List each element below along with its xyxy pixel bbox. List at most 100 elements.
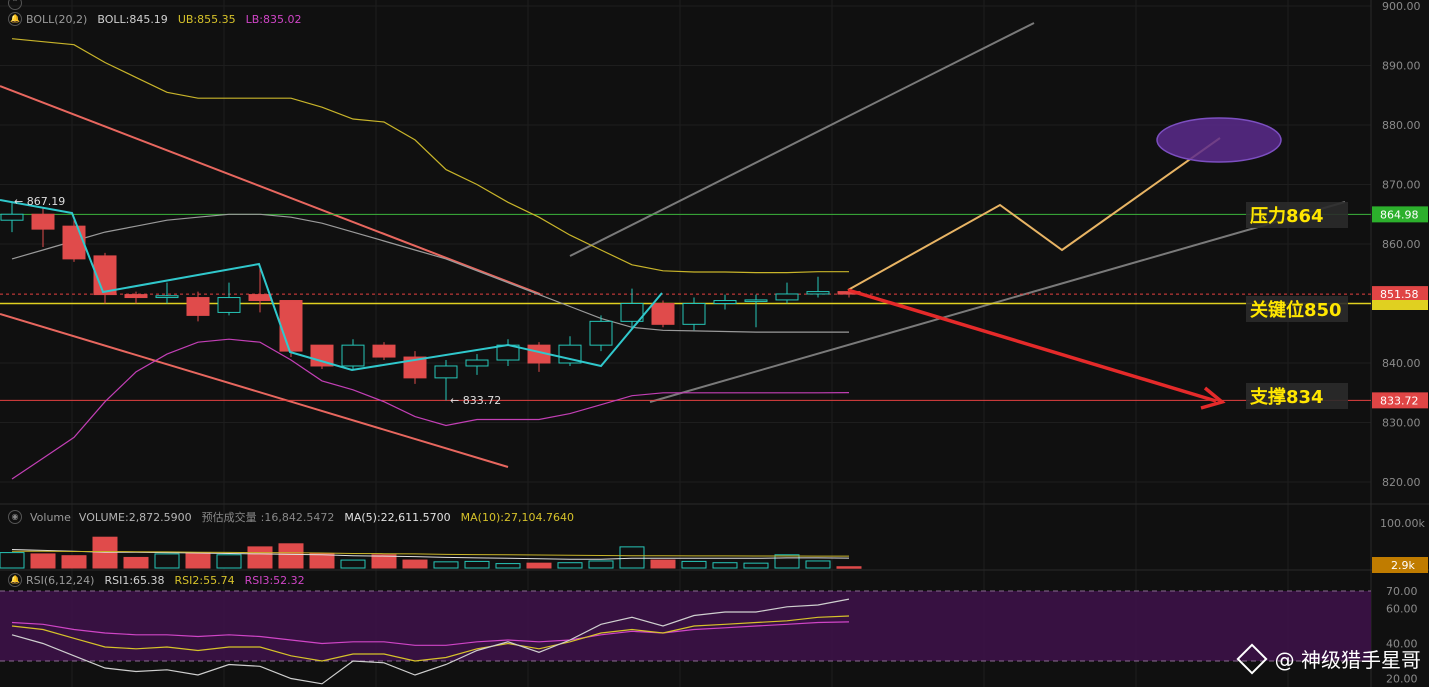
candle[interactable] bbox=[31, 208, 55, 247]
diamond-logo-icon bbox=[1236, 642, 1268, 675]
volume-bar[interactable] bbox=[712, 562, 738, 569]
key-level-label: 关键位850 bbox=[1250, 299, 1342, 321]
volume-bar[interactable] bbox=[681, 560, 707, 569]
volume-pane[interactable] bbox=[0, 536, 862, 569]
candle-body bbox=[682, 303, 706, 325]
candle[interactable] bbox=[403, 351, 427, 384]
rsi-tick-label: 70.00 bbox=[1386, 585, 1418, 598]
volume-bar[interactable] bbox=[557, 562, 583, 569]
est-volume-label: 预估成交量 bbox=[201, 511, 257, 524]
volume-bar[interactable] bbox=[123, 556, 149, 569]
candle-body bbox=[806, 291, 830, 295]
candles-layer[interactable] bbox=[0, 201, 861, 401]
candle[interactable] bbox=[527, 342, 551, 372]
chevron-up-icon[interactable]: ⌃ bbox=[8, 0, 22, 10]
rsi3-value: RSI3:52.32 bbox=[244, 573, 305, 587]
volume-bar[interactable] bbox=[495, 563, 521, 569]
candle-body bbox=[279, 300, 303, 352]
rsi-band bbox=[0, 591, 1371, 661]
target-ellipse bbox=[1156, 117, 1282, 163]
candle[interactable] bbox=[775, 282, 799, 304]
resistance-label: 压力864 bbox=[1250, 206, 1324, 227]
boll-lb-value: LB:835.02 bbox=[245, 12, 302, 26]
low-price-label: ← 833.72 bbox=[450, 394, 501, 407]
candle[interactable] bbox=[124, 291, 148, 304]
volume-ma10-line bbox=[12, 550, 849, 557]
price-tick-label: 870.00 bbox=[1382, 179, 1421, 192]
volume-bar[interactable] bbox=[154, 553, 180, 569]
rsi-tick-label: 60.00 bbox=[1386, 603, 1418, 616]
volume-bar[interactable] bbox=[185, 552, 211, 569]
volume-legend: ◉ Volume VOLUME:2,872.5900 预估成交量:16,842.… bbox=[8, 509, 574, 525]
volume-bar[interactable] bbox=[805, 560, 831, 569]
volume-bar[interactable] bbox=[247, 546, 273, 569]
candle-body bbox=[217, 297, 241, 313]
volume-bar[interactable] bbox=[402, 559, 428, 569]
candle[interactable] bbox=[372, 342, 396, 361]
volume-bar[interactable] bbox=[0, 552, 25, 569]
candle[interactable] bbox=[806, 276, 830, 298]
volume-bar[interactable] bbox=[61, 555, 87, 569]
price-tick-label: 830.00 bbox=[1382, 417, 1421, 430]
candle[interactable] bbox=[310, 344, 334, 369]
volume-bar[interactable] bbox=[836, 566, 862, 569]
price-tag-label: 851.58 bbox=[1380, 288, 1419, 301]
candle[interactable] bbox=[62, 220, 86, 262]
candle-body bbox=[62, 225, 86, 260]
volume-bar[interactable] bbox=[526, 562, 552, 569]
price-tag-label: 833.72 bbox=[1380, 394, 1419, 407]
volume-bar[interactable] bbox=[588, 560, 614, 569]
rsi-pane[interactable] bbox=[0, 590, 1371, 685]
candle[interactable] bbox=[217, 282, 241, 316]
rsi-name: RSI(6,12,24) bbox=[26, 573, 95, 587]
key-level-tag bbox=[1372, 300, 1428, 310]
volume-bar[interactable] bbox=[309, 552, 335, 569]
volume-bar[interactable] bbox=[433, 561, 459, 569]
volume-bar[interactable] bbox=[340, 559, 366, 569]
candle[interactable] bbox=[465, 354, 489, 375]
candle[interactable] bbox=[279, 300, 303, 358]
candle[interactable] bbox=[651, 300, 675, 328]
price-axis[interactable]: 900.00 890.00 880.00 870.00 860.00 840.00 830.… bbox=[1372, 0, 1428, 686]
boll-mid-value: BOLL:845.19 bbox=[97, 12, 168, 26]
price-tick-label: 900.00 bbox=[1382, 0, 1421, 13]
downtrend-upper-line bbox=[0, 85, 541, 295]
price-tick-label: 860.00 bbox=[1382, 238, 1421, 251]
candle[interactable] bbox=[744, 294, 768, 328]
boll-name: BOLL(20,2) bbox=[26, 12, 88, 26]
candle-body bbox=[775, 293, 799, 301]
rsi2-value: RSI2:55.74 bbox=[174, 573, 235, 587]
rsi1-value: RSI1:65.38 bbox=[104, 573, 165, 587]
price-tick-label: 890.00 bbox=[1382, 60, 1421, 73]
eye-icon[interactable]: ◉ bbox=[8, 510, 22, 524]
boll-lower-band bbox=[11, 338, 850, 480]
volume-bar[interactable] bbox=[619, 546, 645, 569]
bell-icon[interactable]: 🔔 bbox=[8, 12, 22, 26]
downtrend-lower-line bbox=[0, 313, 509, 468]
uptrend-upper-line bbox=[569, 22, 1035, 257]
volume-bar[interactable] bbox=[743, 562, 769, 569]
collapse-toggle[interactable]: ⌃ bbox=[8, 0, 22, 10]
volume-bar[interactable] bbox=[774, 554, 800, 569]
candle[interactable] bbox=[155, 282, 179, 304]
bell-icon[interactable]: 🔔 bbox=[8, 573, 22, 587]
candle[interactable] bbox=[186, 291, 210, 322]
support-label: 支撑834 bbox=[1249, 386, 1324, 408]
candle[interactable] bbox=[713, 294, 737, 310]
est-volume-value: :16,842.5472 bbox=[260, 510, 335, 524]
candle-body bbox=[0, 213, 24, 221]
candle-body bbox=[744, 299, 768, 302]
candle[interactable] bbox=[682, 297, 706, 331]
volume-bar[interactable] bbox=[30, 553, 56, 569]
volume-bar[interactable] bbox=[278, 543, 304, 569]
watermark-text: @ 神级猎手星哥 bbox=[1274, 648, 1421, 672]
candle-body bbox=[713, 300, 737, 304]
volume-bar[interactable] bbox=[216, 554, 242, 569]
volume-bar[interactable] bbox=[371, 554, 397, 569]
candle[interactable] bbox=[496, 339, 520, 366]
watermark: @ 神级猎手星哥 bbox=[1236, 642, 1421, 675]
volume-tag-label: 2.9k bbox=[1391, 559, 1415, 572]
volume-bar[interactable] bbox=[464, 560, 490, 569]
candle[interactable] bbox=[341, 339, 365, 369]
volume-bar[interactable] bbox=[650, 559, 676, 569]
